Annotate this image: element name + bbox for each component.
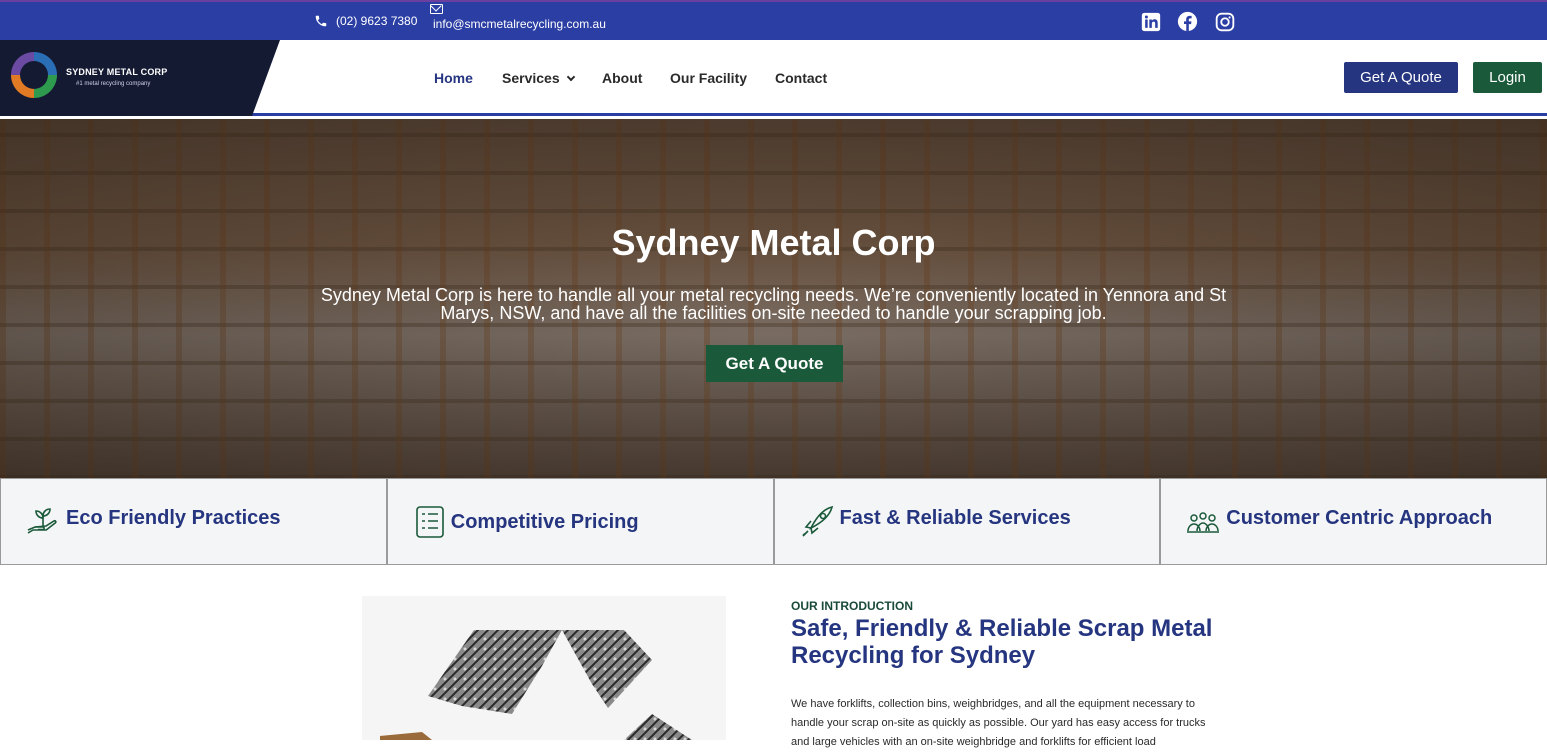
hero-get-a-quote-button[interactable]: Get A Quote xyxy=(706,345,843,382)
nav-contact[interactable]: Contact xyxy=(775,70,827,86)
nav-services[interactable]: Services xyxy=(502,70,575,86)
phone-number: (02) 9623 7380 xyxy=(336,14,418,28)
get-a-quote-button[interactable]: Get A Quote xyxy=(1344,62,1458,93)
social-links xyxy=(1140,11,1251,32)
section-title: Safe, Friendly & Reliable Scrap Metal Re… xyxy=(791,615,1213,669)
email-link[interactable]: info@smcmetalrecycling.com.au xyxy=(430,4,606,31)
linkedin-icon[interactable] xyxy=(1140,11,1161,32)
feature-label: Fast & Reliable Services xyxy=(839,507,1071,529)
envelope-icon xyxy=(430,4,443,14)
nav-our-facility[interactable]: Our Facility xyxy=(670,70,747,86)
logo[interactable]: SYDNEY METAL CORP #1 metal recycling com… xyxy=(0,40,280,116)
site-header: SYDNEY METAL CORP #1 metal recycling com… xyxy=(0,40,1547,116)
recycle-symbol-image xyxy=(380,630,692,740)
email-address: info@smcmetalrecycling.com.au xyxy=(433,17,606,31)
feature-label: Customer Centric Approach xyxy=(1226,507,1493,529)
phone-link[interactable]: (02) 9623 7380 xyxy=(314,2,417,40)
feature-fast-reliable: Fast & Reliable Services xyxy=(773,478,1161,565)
login-button[interactable]: Login xyxy=(1473,62,1542,93)
section-body: We have forklifts, collection bins, weig… xyxy=(791,698,1206,748)
logo-tagline: #1 metal recycling company xyxy=(76,81,151,87)
instagram-icon[interactable] xyxy=(1214,11,1235,32)
hero-text: Sydney Metal Corp is here to handle all … xyxy=(320,285,1227,323)
customers-icon xyxy=(1187,512,1220,533)
facebook-icon[interactable] xyxy=(1177,11,1198,32)
recycling-scrap-image xyxy=(362,596,726,740)
feature-customer-centric: Customer Centric Approach xyxy=(1160,478,1547,565)
rocket-icon xyxy=(801,505,833,537)
hero-banner: Sydney Metal Corp Sydney Metal Corp is h… xyxy=(0,119,1547,479)
feature-eco-friendly: Eco Friendly Practices xyxy=(0,478,387,565)
feature-label: Eco Friendly Practices xyxy=(66,507,281,529)
hero-title: Sydney Metal Corp xyxy=(611,222,936,263)
feature-competitive-pricing: Competitive Pricing xyxy=(386,478,774,565)
recycle-logo-icon xyxy=(11,52,57,98)
section-eyebrow: OUR INTRODUCTION xyxy=(791,599,913,613)
nav-home[interactable]: Home xyxy=(434,70,473,86)
features-strip: Eco Friendly Practices Competitive Prici… xyxy=(0,478,1547,565)
chevron-down-icon xyxy=(566,72,575,82)
eco-plant-icon xyxy=(27,508,57,534)
top-contact-bar: (02) 9623 7380 info@smcmetalrecycling.co… xyxy=(0,0,1547,40)
nav-services-label: Services xyxy=(502,70,560,86)
nav-about[interactable]: About xyxy=(602,70,642,86)
logo-name: SYDNEY METAL CORP xyxy=(66,67,168,77)
phone-icon xyxy=(315,15,327,27)
price-list-icon xyxy=(415,506,444,538)
feature-label: Competitive Pricing xyxy=(450,511,639,533)
